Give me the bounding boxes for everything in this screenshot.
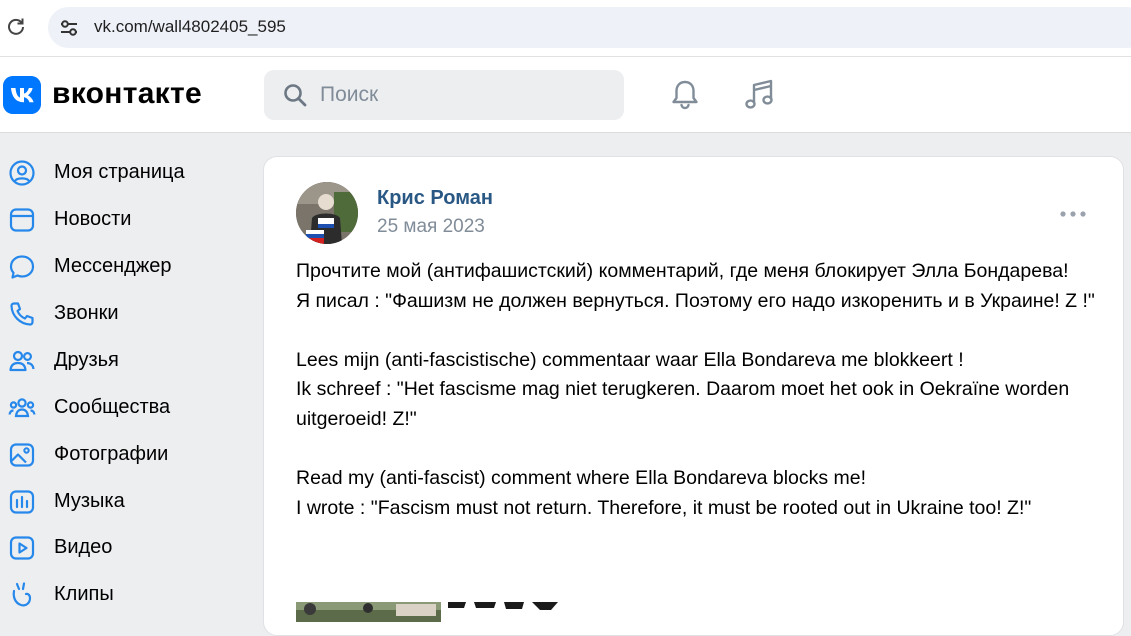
- sidebar-item-calls[interactable]: Звонки: [0, 294, 250, 334]
- search-input[interactable]: [264, 70, 624, 120]
- photos-icon: [9, 443, 35, 467]
- brand-name[interactable]: вконтакте: [52, 77, 202, 111]
- sidebar-item-video[interactable]: Видео: [0, 528, 250, 568]
- vk-logo-icon[interactable]: [3, 76, 41, 114]
- sidebar-item-music[interactable]: Музыка: [0, 482, 250, 522]
- calls-icon: [10, 302, 34, 326]
- sidebar-label: Звонки: [54, 302, 119, 324]
- post-text-ru-line-1: Прочтите мой (антифашистский) комментари…: [296, 260, 1069, 282]
- sidebar-label: Сообщества: [54, 396, 171, 418]
- search-icon: [284, 84, 307, 107]
- sidebar-item-my-page[interactable]: Моя страница: [0, 153, 250, 193]
- post-text: Прочтите мой (антифашистский) комментари…: [296, 257, 1096, 523]
- search-placeholder[interactable]: Поиск: [320, 83, 378, 107]
- sidebar-label: Фотографии: [54, 443, 169, 465]
- sidebar-label: Клипы: [54, 583, 114, 605]
- post-text-en-line-1: Read my (anti-fascist) comment where Ell…: [296, 467, 867, 490]
- clips-icon: [12, 582, 32, 607]
- sidebar-label: Моя страница: [54, 161, 185, 183]
- sidebar-item-communities[interactable]: Сообщества: [0, 388, 250, 428]
- post-author-name[interactable]: Крис Роман: [377, 187, 493, 210]
- sidebar-item-friends[interactable]: Друзья: [0, 341, 250, 381]
- communities-icon: [8, 398, 36, 418]
- sidebar-label: Друзья: [54, 349, 119, 371]
- post-text-nl-line-1: Lees mijn (anti-fascistische) commentaar…: [296, 348, 964, 371]
- sidebar-item-clips[interactable]: Клипы: [0, 575, 250, 615]
- music-icon: [9, 490, 35, 514]
- sidebar-label: Мессенджер: [54, 255, 172, 277]
- friends-icon: [9, 350, 35, 372]
- notifications-bell-icon[interactable]: [666, 76, 704, 114]
- music-player-icon[interactable]: [740, 76, 778, 114]
- sidebar-label: Музыка: [54, 490, 125, 512]
- post-date[interactable]: 25 мая 2023: [377, 216, 485, 238]
- sidebar-item-photos[interactable]: Фотографии: [0, 435, 250, 475]
- sidebar-label: Новости: [54, 208, 132, 230]
- reload-icon[interactable]: [6, 16, 26, 36]
- sidebar-label: Видео: [54, 536, 113, 558]
- profile-icon: [9, 160, 35, 186]
- author-avatar[interactable]: [296, 182, 358, 244]
- more-options-icon[interactable]: [1058, 206, 1088, 222]
- post-text-nl-line-2: Ik schreef : "Het fascisme mag niet teru…: [296, 378, 1070, 430]
- url-text[interactable]: vk.com/wall4802405_595: [94, 17, 286, 37]
- news-icon: [9, 208, 35, 232]
- sidebar-item-messenger[interactable]: Мессенджер: [0, 247, 250, 287]
- post-text-en-line-2: I wrote : "Fascism must not return. Ther…: [296, 496, 1032, 519]
- video-icon: [9, 536, 35, 560]
- post-text-ru-line-2: Я писал : "Фашизм не должен вернуться. П…: [296, 289, 1095, 312]
- post-attachment-image[interactable]: [296, 602, 581, 622]
- messenger-icon: [9, 255, 35, 279]
- sidebar-item-news[interactable]: Новости: [0, 200, 250, 240]
- site-info-icon[interactable]: [58, 17, 80, 39]
